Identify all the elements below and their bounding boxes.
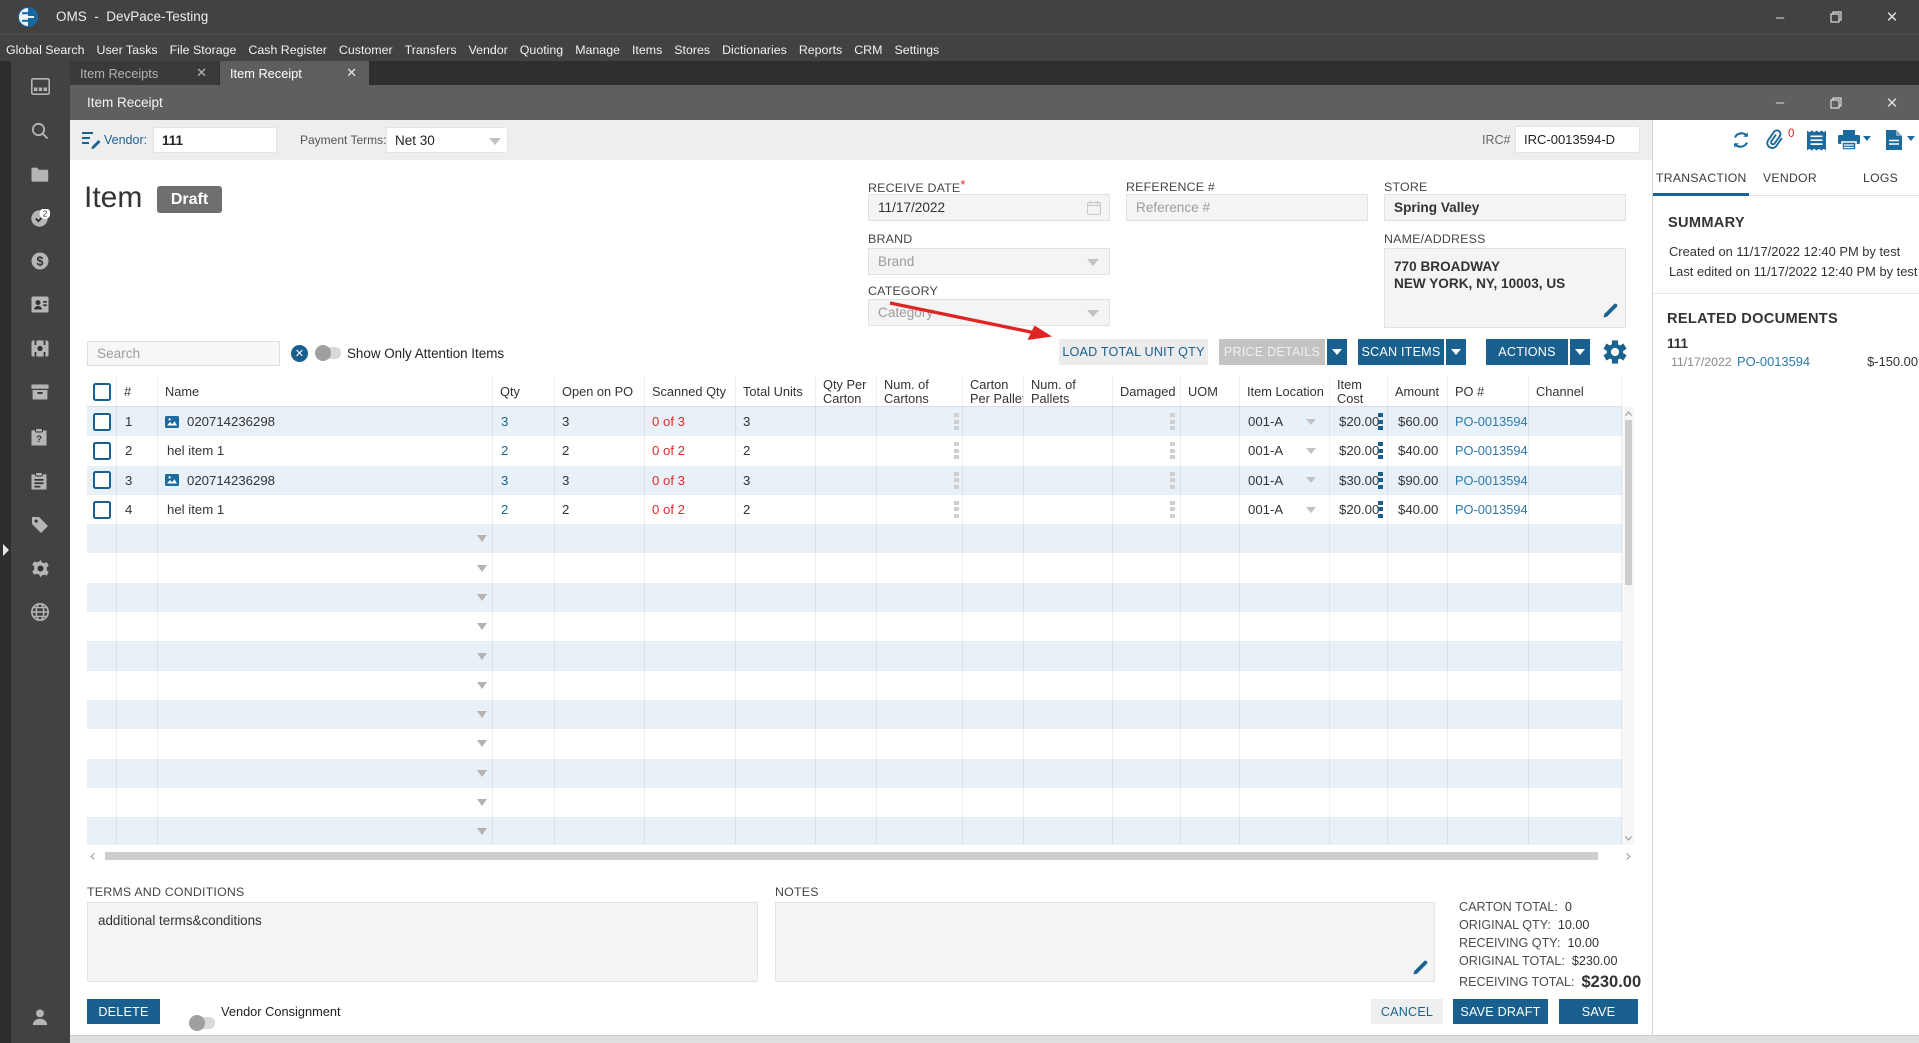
svg-text:?: ? xyxy=(36,434,42,445)
svg-text:$: $ xyxy=(37,254,44,268)
svg-text:2: 2 xyxy=(43,209,48,219)
